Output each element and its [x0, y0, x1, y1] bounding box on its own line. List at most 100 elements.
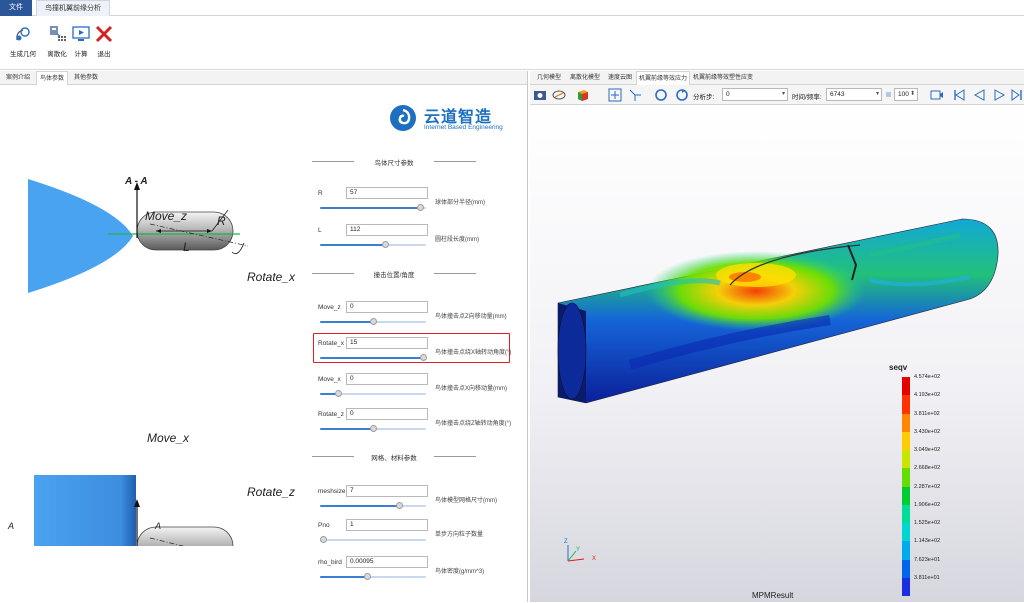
first-frame-icon[interactable]: [952, 88, 966, 102]
exit-button[interactable]: 退出: [89, 24, 119, 58]
display-mode-icon[interactable]: [552, 88, 566, 102]
param-row: Rotate_z 0 鸟体撞击点绕Z轴转动角度(°): [318, 408, 518, 432]
compute-label: 计算: [74, 51, 88, 58]
3d-viewport[interactable]: Z X Y MPMResult seqv 4.574e+02 4.193e+02 3…: [530, 105, 1024, 602]
slider-handle[interactable]: [369, 425, 377, 432]
tab-equivalent-stress[interactable]: 机翼前缘等效应力: [636, 71, 690, 85]
tab-bird-params[interactable]: 鸟体参数: [36, 71, 68, 85]
time-select-value: 6743: [830, 91, 845, 98]
param-slider[interactable]: [320, 502, 426, 509]
step-select-value: 0: [726, 91, 730, 98]
axis-x-label: X: [592, 556, 597, 562]
rotate-left-icon[interactable]: [654, 88, 668, 102]
slider-handle[interactable]: [417, 204, 425, 211]
zoom-spinner[interactable]: 100 ⬍: [894, 88, 918, 101]
param-description: 鸟体撞击点Z向移动量(mm): [435, 314, 507, 320]
legend-swatch: [902, 559, 910, 578]
radius-label: R: [217, 214, 226, 228]
color-cube-icon[interactable]: [576, 88, 590, 102]
tab-velocity-contour[interactable]: 速度云图: [604, 71, 636, 85]
param-input[interactable]: 0: [346, 301, 428, 313]
rotate-right-icon[interactable]: [675, 88, 689, 102]
legend-swatch: [902, 577, 910, 596]
legend-value: 1.525e+02: [914, 520, 941, 526]
generate-geometry-button[interactable]: 生成几何: [8, 24, 38, 58]
last-frame-icon[interactable]: [1010, 88, 1024, 102]
step-select[interactable]: 0 ▾: [722, 88, 788, 101]
tab-plastic-strain[interactable]: 机翼前缘等效塑性应变: [690, 71, 756, 85]
camera-icon[interactable]: [533, 88, 547, 102]
legend-value: 7.623e+01: [914, 556, 941, 563]
param-input[interactable]: 0: [346, 373, 428, 385]
slider-handle[interactable]: [396, 502, 403, 509]
axis-orient-icon[interactable]: [628, 88, 642, 102]
geometry-icon: [16, 27, 30, 41]
param-input[interactable]: 1: [346, 519, 428, 531]
param-input[interactable]: 15: [346, 337, 428, 349]
rotate-x-label: Rotate_x: [247, 270, 296, 284]
param-slider[interactable]: [320, 425, 426, 432]
section-label: A - A: [125, 176, 148, 187]
legend-value: 2.287e+02: [914, 483, 941, 490]
param-slider[interactable]: [320, 390, 426, 397]
exit-label: 退出: [97, 51, 111, 58]
param-row: rho_bird 0.00095 鸟体密度(g/mm^3): [318, 556, 518, 580]
company-logo: 云道智造 Internet Based Engineering: [388, 101, 518, 135]
tab-other-params[interactable]: 其他参数: [70, 71, 102, 85]
param-input[interactable]: 0.00095: [346, 556, 428, 568]
legend-swatch: [902, 486, 910, 505]
prev-frame-icon[interactable]: [972, 88, 986, 102]
tab-case-intro[interactable]: 案例介绍: [2, 71, 34, 85]
param-row: Move_x 0 鸟体撞击点X向移动量(mm): [318, 373, 518, 397]
fit-view-icon[interactable]: [608, 88, 622, 102]
slider-handle[interactable]: [420, 354, 428, 361]
app-ribbon-tab[interactable]: 鸟撞机翼前缘分析APP: [36, 0, 110, 28]
param-description: 鸟体撞击点绕X轴转动角度(°): [435, 350, 512, 356]
legend-swatch: [902, 413, 910, 432]
axis-y-label: Y: [576, 547, 581, 553]
legend-value: 2.668e+02: [914, 465, 941, 472]
time-label: 时间/频率:: [792, 94, 822, 101]
play-icon[interactable]: [992, 88, 1006, 102]
tab-geometry-model[interactable]: 几何模型: [532, 71, 566, 85]
param-slider[interactable]: [320, 241, 426, 248]
param-slider[interactable]: [320, 318, 426, 325]
param-label: Move_z: [318, 304, 341, 311]
time-select[interactable]: 6743 ▾: [826, 88, 882, 101]
section-a-left: A: [8, 521, 15, 531]
exit-icon: [95, 25, 113, 43]
tab-discretized-model[interactable]: 离散化模型: [566, 71, 604, 85]
spinner-icon: ⬍: [909, 91, 915, 97]
param-row: Pno 1 单步方向粒子数量: [318, 519, 518, 543]
param-description: 鸟体撞击点绕Z轴转动角度(°): [435, 421, 512, 427]
mesh-section-header: 网格、材料参数: [312, 452, 476, 462]
legend-swatch: [902, 541, 910, 560]
move-x-label: Move_x: [147, 431, 190, 445]
param-row: Rotate_x 15 鸟体撞击点绕X轴转动角度(°): [318, 337, 518, 361]
param-row: Move_z 0 鸟体撞击点Z向移动量(mm): [318, 301, 518, 325]
slider-handle[interactable]: [320, 536, 327, 543]
slider-handle[interactable]: [334, 390, 342, 397]
move-z-label: Move_z: [145, 209, 188, 223]
file-menu-tab[interactable]: 文件: [0, 0, 32, 16]
legend-value: 3.049e+02: [914, 447, 941, 453]
param-input[interactable]: 7: [346, 485, 428, 497]
param-slider[interactable]: [320, 354, 428, 361]
logo-tagline: Internet Based Engineering: [424, 124, 503, 131]
param-label: Move_x: [318, 376, 341, 383]
title-tab-bar: 文件 鸟撞机翼前缘分析APP: [0, 0, 1024, 28]
param-label: Rotate_z: [318, 411, 345, 418]
slider-handle[interactable]: [369, 318, 377, 325]
slider-handle[interactable]: [364, 573, 372, 580]
param-slider[interactable]: [320, 204, 426, 211]
legend-swatch: [902, 468, 910, 487]
slider-handle[interactable]: [382, 241, 390, 248]
param-slider[interactable]: [320, 536, 426, 543]
param-input[interactable]: 57: [346, 187, 428, 199]
param-input[interactable]: 0: [346, 408, 428, 420]
slider-fill: [320, 357, 424, 359]
legend-title: seqv: [889, 363, 908, 372]
param-slider[interactable]: [320, 573, 426, 580]
record-icon[interactable]: [930, 88, 944, 102]
param-input[interactable]: 112: [346, 224, 428, 236]
